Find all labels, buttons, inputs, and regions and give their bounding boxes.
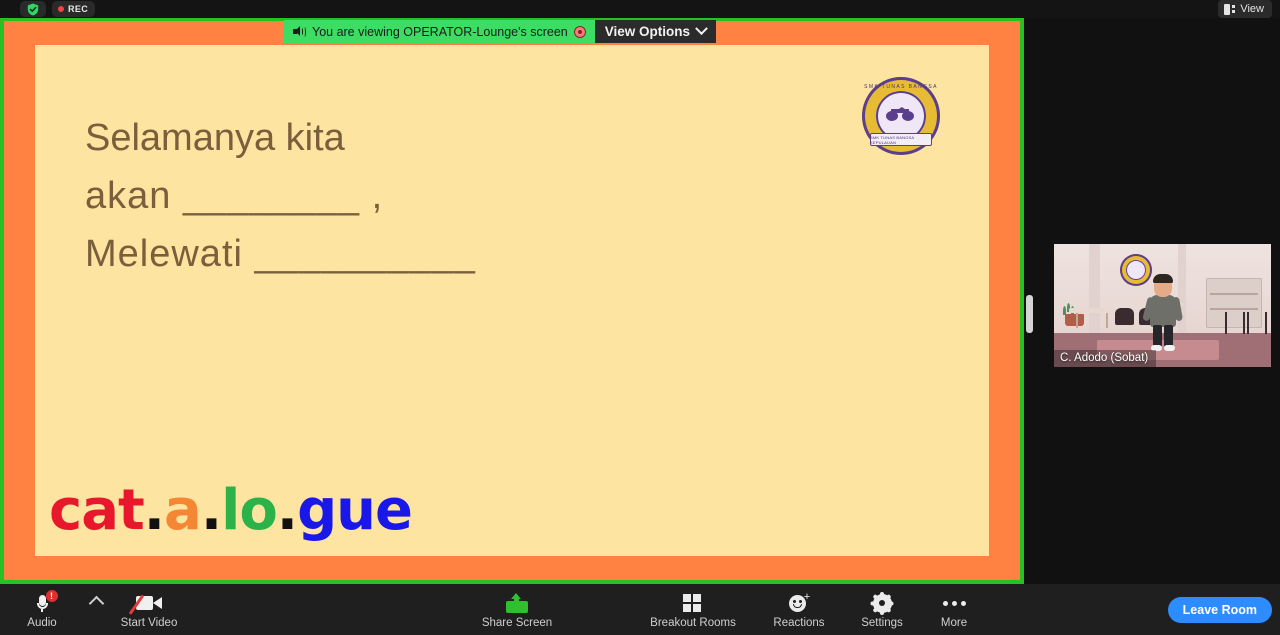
scene-table-leg	[1075, 312, 1078, 328]
catalogue-part: .	[276, 478, 298, 543]
badge-ribbon-text: SMK TUNAS BANGSA KEPULAUAN	[870, 133, 932, 146]
leave-room-button[interactable]: Leave Room	[1167, 597, 1272, 623]
screen-share-banner: You are viewing OPERATOR-Lounge's screen…	[284, 20, 717, 43]
toolbar-label-reactions: Reactions	[773, 617, 825, 629]
catalogue-part: a	[164, 478, 202, 543]
viewing-text: You are viewing OPERATOR-Lounge's screen	[312, 24, 568, 39]
toolbar-item-start-video[interactable]: Start Video	[112, 588, 186, 632]
gear-icon	[870, 591, 894, 615]
scene-stool	[1225, 311, 1245, 334]
toolbar-item-settings[interactable]: Settings	[848, 588, 916, 632]
toolbar-item-more[interactable]: More	[926, 588, 982, 632]
video-off-icon	[128, 592, 162, 615]
toolbar-label-settings: Settings	[861, 617, 903, 629]
shield-check-icon[interactable]	[20, 1, 46, 17]
video-scene	[1054, 244, 1271, 367]
speaker-icon	[293, 26, 306, 37]
grid-icon	[683, 592, 703, 614]
audio-alert-badge: !	[45, 590, 58, 602]
badge-top-text: SMK TUNAS BANGSA	[864, 84, 938, 90]
scene-chair	[1114, 307, 1135, 326]
view-options-label: View Options	[604, 24, 691, 39]
participant-panel: C. Adodo (Sobat)	[1032, 18, 1280, 584]
participant-name-label: C. Adodo (Sobat)	[1054, 350, 1157, 367]
toolbar-item-share-screen[interactable]: Share Screen	[472, 588, 562, 632]
catalogue-part: .	[200, 478, 222, 543]
shared-slide: SMK TUNAS BANGSA SMK TUNAS BANGSA KEPULA…	[35, 45, 989, 556]
layout-view-icon	[1224, 3, 1236, 15]
chevron-down-icon	[695, 22, 708, 36]
record-dot-icon	[58, 6, 64, 12]
toolbar-item-audio-options[interactable]	[80, 588, 112, 632]
catalogue-part: lo	[221, 478, 278, 543]
slide-line-2: akan ________ ,	[85, 175, 384, 217]
view-options-button[interactable]: View Options	[594, 20, 717, 43]
slide-line-3: Melewati __________	[85, 233, 476, 275]
toolbar-label-share-screen: Share Screen	[481, 617, 553, 629]
share-screen-icon	[506, 592, 528, 614]
toolbar-label-audio: Audio	[27, 617, 57, 629]
toolbar-item-breakout-rooms[interactable]: Breakout Rooms	[640, 588, 746, 632]
ellipsis-icon	[942, 592, 966, 614]
recording-indicator[interactable]: REC	[52, 1, 96, 17]
recording-circle-icon[interactable]	[573, 25, 586, 38]
meeting-toolbar: ! Audio Start Video 22 Participants Shar…	[0, 584, 1280, 635]
shared-screen-region: SMK TUNAS BANGSA SMK TUNAS BANGSA KEPULA…	[0, 18, 1024, 584]
toolbar-item-reactions[interactable]: + Reactions	[760, 588, 838, 632]
catalogue-wordmark: cat.a.lo.gue	[49, 483, 413, 539]
participant-thumbnail[interactable]: C. Adodo (Sobat)	[1054, 244, 1271, 367]
resize-handle[interactable]	[1026, 295, 1033, 333]
scene-plant-pot	[1064, 314, 1085, 327]
toolbar-item-audio[interactable]: ! Audio	[16, 588, 68, 632]
avatar-figure	[1141, 273, 1183, 352]
toolbar-label-more: More	[940, 617, 968, 629]
toolbar-label-start-video: Start Video	[120, 617, 178, 629]
school-badge-logo: SMK TUNAS BANGSA SMK TUNAS BANGSA KEPULA…	[862, 77, 940, 155]
scene-stool	[1247, 311, 1267, 334]
smiley-plus-icon: +	[789, 592, 810, 614]
system-top-bar: REC View	[0, 0, 1280, 18]
recording-label: REC	[68, 4, 89, 14]
zoom-meeting-window: REC View SMK TUNAS BANGSA SMK TUNAS BANG…	[0, 0, 1280, 635]
catalogue-part: gue	[297, 478, 413, 543]
view-layout-button[interactable]: View	[1218, 0, 1272, 18]
catalogue-part: .	[143, 478, 165, 543]
scene-table-leg	[1106, 312, 1109, 328]
scene-column	[1088, 244, 1100, 333]
view-label: View	[1240, 3, 1264, 15]
toolbar-label-breakout-rooms: Breakout Rooms	[650, 617, 736, 629]
catalogue-part: cat	[49, 478, 145, 543]
microphone-icon: !	[36, 590, 58, 614]
viewing-status: You are viewing OPERATOR-Lounge's screen	[284, 20, 595, 43]
chevron-up-icon	[88, 592, 104, 614]
slide-line-1: Selamanya kita	[85, 117, 345, 159]
